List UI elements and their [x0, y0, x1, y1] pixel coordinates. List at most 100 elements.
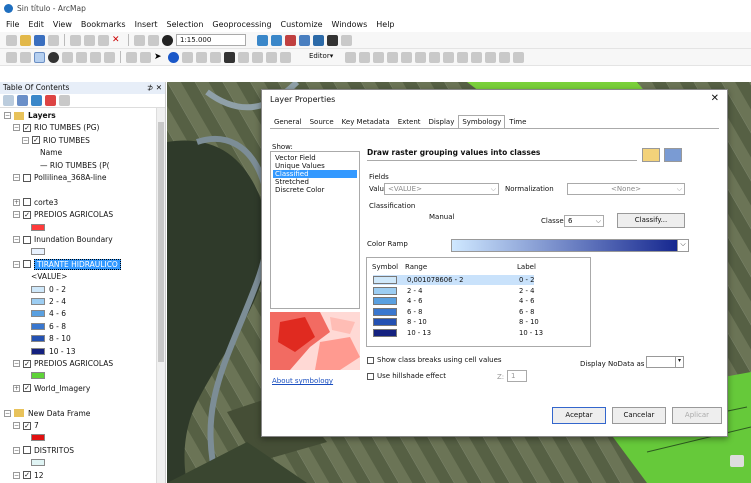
tab-symbology[interactable]: Symbology	[458, 115, 506, 129]
layer-visibility-checkbox[interactable]	[23, 260, 31, 269]
edit-vertices-icon[interactable]	[415, 51, 426, 63]
list-by-selection-icon[interactable]	[45, 95, 56, 106]
toc-row[interactable]: 2 - 4	[31, 296, 66, 307]
search-window-icon[interactable]	[299, 34, 310, 46]
split-tool-icon[interactable]	[457, 51, 468, 63]
layer-visibility-checkbox[interactable]	[23, 198, 31, 207]
class-row[interactable]: 10 - 13 10 - 13	[373, 328, 543, 338]
hillshade-option[interactable]: Use hillshade effect	[367, 372, 446, 380]
class-symbol-swatch[interactable]	[373, 286, 397, 295]
menu-item-edit[interactable]: Edit	[28, 20, 44, 29]
fixed-zoom-in-icon[interactable]	[62, 51, 73, 63]
measure-icon[interactable]	[196, 51, 207, 63]
toc-row[interactable]: 8 - 10	[31, 333, 71, 344]
class-symbol-swatch[interactable]	[373, 276, 397, 284]
save-symbology-icon[interactable]	[664, 148, 682, 162]
class-row[interactable]: 4 - 6 4 - 6	[373, 296, 534, 306]
toc-row[interactable]	[31, 246, 49, 257]
editor-toolbar-icon[interactable]	[257, 34, 268, 46]
show-item-unique-values[interactable]: Unique Values	[273, 162, 357, 170]
sketch-properties-icon[interactable]	[499, 51, 510, 63]
tab-time[interactable]: Time	[505, 115, 530, 129]
zoom-out-icon[interactable]	[20, 51, 31, 63]
tab-display[interactable]: Display	[425, 115, 459, 129]
ok-button[interactable]: Aceptar	[552, 407, 606, 424]
class-symbol-swatch[interactable]	[373, 307, 397, 316]
cut-icon[interactable]	[70, 34, 81, 46]
apply-button[interactable]: Aplicar	[672, 407, 722, 424]
menu-item-view[interactable]: View	[53, 20, 72, 29]
arctoolbox-icon[interactable]	[313, 34, 324, 46]
redo-icon[interactable]	[148, 34, 159, 46]
toc-row[interactable]: − Pollilinea_368A-line	[13, 172, 107, 183]
expand-icon[interactable]: +	[13, 198, 20, 206]
about-symbology-link[interactable]: About symbology	[272, 377, 333, 385]
tab-source[interactable]: Source	[306, 115, 338, 129]
layer-visibility-checkbox[interactable]: ✓	[23, 210, 31, 219]
show-item-discrete-color[interactable]: Discrete Color	[273, 186, 357, 194]
toc-row[interactable]: − Inundation Boundary	[13, 234, 113, 245]
layer-visibility-checkbox[interactable]: ✓	[23, 421, 31, 430]
collapse-icon[interactable]: −	[13, 360, 20, 367]
copy-icon[interactable]	[84, 34, 95, 46]
toc-row[interactable]: — RIO TUMBES (P(	[40, 160, 110, 171]
toc-row[interactable]: 10 - 13	[31, 346, 76, 357]
toc-scrollbar[interactable]	[156, 108, 165, 483]
menu-item-windows[interactable]: Windows	[332, 20, 368, 29]
collapse-icon[interactable]: −	[13, 124, 20, 132]
rotate-tool-icon[interactable]	[471, 51, 482, 63]
create-features-icon[interactable]	[513, 51, 524, 63]
undo-icon[interactable]	[134, 34, 145, 46]
layer-visibility-checkbox[interactable]: ✓	[23, 471, 31, 480]
reshape-icon[interactable]	[429, 51, 440, 63]
html-popup-icon[interactable]	[238, 51, 249, 63]
forward-extent-icon[interactable]	[104, 51, 115, 63]
value-field-select[interactable]: <VALUE> ⌵	[384, 183, 499, 195]
tab-general[interactable]: General	[270, 115, 306, 129]
show-class-breaks-checkbox[interactable]	[367, 356, 374, 364]
show-item-vector-field[interactable]: Vector Field	[273, 154, 357, 162]
sketch-tool-icon[interactable]	[359, 51, 370, 63]
toc-row[interactable]: − ✓ RIO TUMBES	[22, 135, 90, 146]
toc-row[interactable]	[31, 370, 49, 381]
toc-row[interactable]: Name	[40, 147, 62, 158]
clear-selection-icon[interactable]	[140, 51, 151, 63]
collapse-icon[interactable]: −	[13, 446, 20, 454]
color-ramp-select[interactable]: ⌵	[451, 239, 689, 252]
menu-item-file[interactable]: File	[6, 20, 19, 29]
end-point-arc-icon[interactable]	[387, 51, 398, 63]
class-row[interactable]: 2 - 4 2 - 4	[373, 286, 534, 296]
python-icon[interactable]	[327, 34, 338, 46]
collapse-icon[interactable]: −	[13, 260, 20, 268]
z-factor-input[interactable]: 1	[507, 370, 527, 382]
go-to-xy-icon[interactable]	[252, 51, 263, 63]
attributes-icon[interactable]	[485, 51, 496, 63]
layer-visibility-checkbox[interactable]	[23, 235, 31, 244]
list-by-visibility-icon[interactable]	[31, 95, 42, 106]
show-item-stretched[interactable]: Stretched	[273, 178, 357, 186]
class-row[interactable]: 8 - 10 8 - 10	[373, 317, 539, 327]
tab-extent[interactable]: Extent	[394, 115, 425, 129]
classify-button[interactable]: Classify...	[617, 213, 685, 228]
menu-item-help[interactable]: Help	[376, 20, 394, 29]
toc-row[interactable]	[31, 457, 49, 468]
layer-visibility-checkbox[interactable]: ✓	[32, 136, 40, 145]
normalization-select[interactable]: <None> ⌵	[567, 183, 685, 195]
menu-item-geoprocessing[interactable]: Geoprocessing	[212, 20, 271, 29]
toc-row[interactable]: − ✓ 12	[13, 470, 44, 481]
toc-row[interactable]: − ✓ PREDIOS AGRICOLAS	[13, 358, 113, 369]
open-symbology-icon[interactable]	[642, 148, 660, 162]
zoom-in-icon[interactable]	[6, 51, 17, 63]
layer-visibility-checkbox[interactable]	[23, 446, 31, 455]
show-item-classified[interactable]: Classified	[273, 170, 357, 178]
toc-row[interactable]: <VALUE>	[31, 271, 67, 282]
cut-polygons-icon[interactable]	[443, 51, 454, 63]
create-viewer-icon[interactable]	[280, 51, 291, 63]
toc-row[interactable]: + ✓ World_Imagery	[13, 383, 90, 394]
collapse-icon[interactable]: −	[13, 174, 20, 181]
class-symbol-swatch[interactable]	[373, 328, 397, 337]
toc-row[interactable]: + corte3	[13, 197, 58, 208]
layer-visibility-checkbox[interactable]: ✓	[23, 359, 31, 368]
fixed-zoom-out-icon[interactable]	[76, 51, 87, 63]
print-icon[interactable]	[48, 34, 59, 46]
